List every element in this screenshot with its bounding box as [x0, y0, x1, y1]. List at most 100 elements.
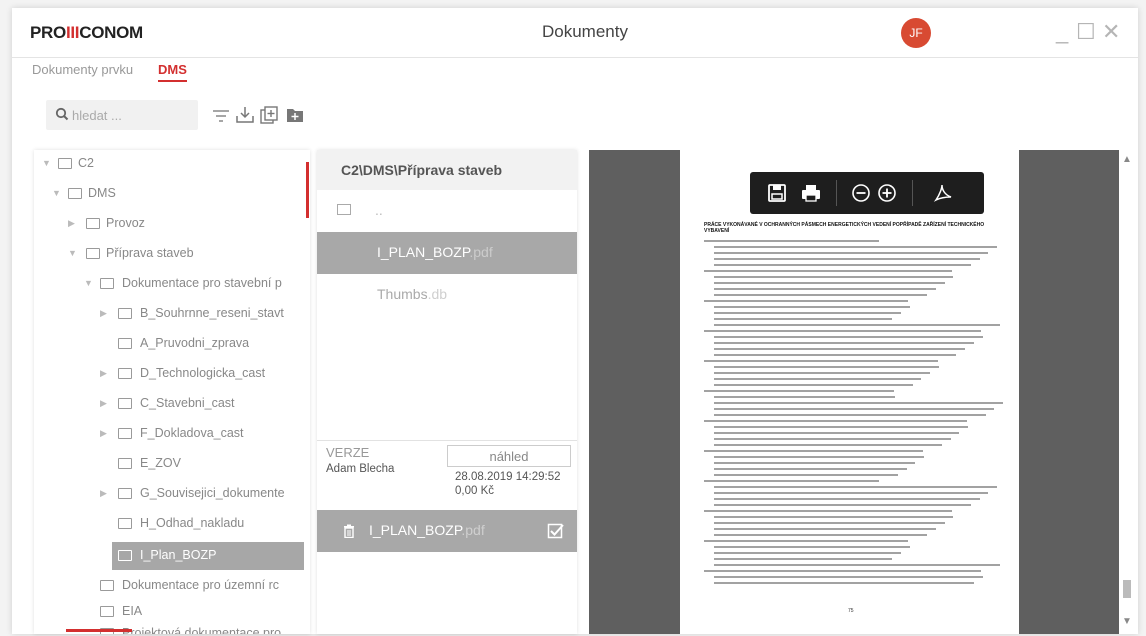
caret-down-icon[interactable]: ▼: [52, 188, 62, 198]
maximize-button[interactable]: ☐: [1076, 20, 1096, 44]
download-icon[interactable]: [234, 104, 256, 126]
search-icon: [55, 107, 69, 121]
preview-button[interactable]: náhled: [447, 445, 571, 467]
tree-item-label: A_Pruvodni_zprava: [140, 336, 250, 350]
tree-item[interactable]: ▶ F_Dokladova_cast: [34, 420, 310, 448]
tree-item-label: I_Plan_BOZP: [140, 548, 217, 562]
folder-icon: [100, 606, 114, 617]
page-text-line: [704, 450, 923, 452]
tree-item[interactable]: ▼ Příprava staveb: [34, 240, 310, 268]
add-document-icon[interactable]: [258, 104, 280, 126]
user-avatar[interactable]: JF: [901, 18, 931, 48]
viewer-scrollbar[interactable]: ▲ ▼: [1119, 150, 1135, 634]
tree-item-label: C_Stavebni_cast: [140, 396, 235, 410]
page-text-line: [714, 342, 974, 344]
tree-item-label: Projektová dokumentace pro: [122, 626, 282, 634]
page-text-line: [714, 456, 925, 458]
page-text-line: [714, 258, 980, 260]
page-text-line: [714, 582, 974, 584]
title-bar: PROIIICONOM Dokumenty JF _ ☐ ✕: [12, 8, 1138, 58]
file-name: Thumbs: [377, 286, 428, 302]
scroll-up-icon[interactable]: ▲: [1122, 154, 1132, 165]
page-text-line: [714, 246, 998, 248]
tab-dokumenty-prvku[interactable]: Dokumenty prvku: [32, 62, 133, 77]
page-text-line: [714, 372, 931, 374]
file-list-panel: C2\DMS\Příprava staveb .. I_PLAN_BOZP.pd…: [317, 150, 577, 634]
version-file-row[interactable]: I_PLAN_BOZP.pdf: [317, 510, 577, 552]
tree-item-selected[interactable]: I_Plan_BOZP: [112, 542, 304, 570]
caret-right-icon[interactable]: ▶: [100, 398, 110, 408]
caret-right-icon[interactable]: ▶: [100, 488, 110, 498]
tree-item[interactable]: ▼ C2: [34, 150, 310, 178]
tree-item-label: G_Souvisejici_dokumente: [140, 486, 285, 500]
tree-item[interactable]: Dokumentace pro územní rc: [34, 572, 310, 600]
tree-item-label: F_Dokladova_cast: [140, 426, 244, 440]
tree-item-label: Dokumentace pro územní rc: [122, 578, 280, 592]
caret-right-icon[interactable]: ▶: [100, 368, 110, 378]
app-logo: PROIIICONOM: [30, 23, 143, 42]
add-folder-icon[interactable]: [284, 104, 306, 126]
print-icon[interactable]: [800, 182, 822, 204]
page-text-line: [714, 402, 1004, 404]
pdf-icon[interactable]: [932, 182, 954, 204]
caret-right-icon[interactable]: ▶: [100, 308, 110, 318]
scroll-thumb[interactable]: [1123, 580, 1131, 598]
file-row-selected[interactable]: I_PLAN_BOZP.pdf: [317, 232, 577, 274]
caret-right-icon[interactable]: ▶: [68, 218, 78, 228]
folder-icon: [118, 398, 132, 409]
filter-icon[interactable]: [210, 104, 232, 126]
zoom-in-icon[interactable]: [876, 182, 898, 204]
caret-right-icon[interactable]: ▶: [100, 428, 110, 438]
version-file-ext: .pdf: [461, 522, 485, 538]
page-text-line: [714, 348, 966, 350]
tree-scrollbar[interactable]: [306, 162, 309, 218]
zoom-out-icon[interactable]: [850, 182, 872, 204]
tree-item[interactable]: ▶ G_Souvisejici_dokumente: [34, 480, 310, 508]
tree-horizontal-scrollbar[interactable]: [66, 629, 132, 632]
file-row[interactable]: Thumbs.db: [317, 274, 577, 316]
document-window: PROIIICONOM Dokumenty JF _ ☐ ✕ Dokumenty…: [12, 8, 1138, 634]
tree-item[interactable]: E_ZOV: [34, 450, 310, 478]
folder-icon: [118, 338, 132, 349]
tree-item-label: D_Technologicka_cast: [140, 366, 266, 380]
version-file-name: I_PLAN_BOZP: [369, 522, 462, 538]
page-text-line: [714, 378, 922, 380]
page-text-line: [704, 510, 953, 512]
save-icon[interactable]: [766, 182, 788, 204]
tab-dms[interactable]: DMS: [158, 62, 187, 82]
close-button[interactable]: ✕: [1102, 20, 1120, 44]
tree-item[interactable]: H_Odhad_nakladu: [34, 510, 310, 538]
tree-item[interactable]: ▶ B_Souhrnne_reseni_stavt: [34, 300, 310, 328]
page-text-line: [704, 300, 909, 302]
page-text-line: [714, 426, 969, 428]
page-text-line: [704, 480, 880, 482]
parent-folder-row[interactable]: ..: [317, 190, 577, 232]
current-path: C2\DMS\Příprava staveb: [317, 150, 577, 190]
tree-item[interactable]: ▼ DMS: [34, 180, 310, 208]
checkbox-checked-icon[interactable]: [547, 522, 565, 540]
folder-icon: [86, 248, 100, 259]
page-text-line: [714, 264, 971, 266]
search-input[interactable]: [72, 105, 192, 125]
parent-folder-label: ..: [375, 202, 383, 218]
scroll-down-icon[interactable]: ▼: [1122, 616, 1132, 627]
caret-down-icon[interactable]: ▼: [84, 278, 94, 288]
page-text-line: [704, 540, 909, 542]
trash-icon[interactable]: [343, 524, 355, 538]
page-text-line: [714, 294, 928, 296]
tree-item[interactable]: ▶ C_Stavebni_cast: [34, 390, 310, 418]
tree-item-label: Provoz: [106, 216, 145, 230]
tree-item-label: Příprava staveb: [106, 246, 194, 260]
tree-item[interactable]: ▶ D_Technologicka_cast: [34, 360, 310, 388]
tree-item-label: DMS: [88, 186, 116, 200]
minimize-button[interactable]: _: [1056, 20, 1068, 44]
tree-item[interactable]: ▼ Dokumentace pro stavební p: [34, 270, 310, 298]
page-text-line: [704, 360, 938, 362]
caret-down-icon[interactable]: ▼: [68, 248, 78, 258]
tree-item[interactable]: ▶ Provoz: [34, 210, 310, 238]
page-text-line: [714, 474, 898, 476]
folder-icon: [118, 518, 132, 529]
window-title: Dokumenty: [542, 22, 628, 41]
tree-item[interactable]: A_Pruvodni_zprava: [34, 330, 310, 358]
caret-down-icon[interactable]: ▼: [42, 158, 52, 168]
